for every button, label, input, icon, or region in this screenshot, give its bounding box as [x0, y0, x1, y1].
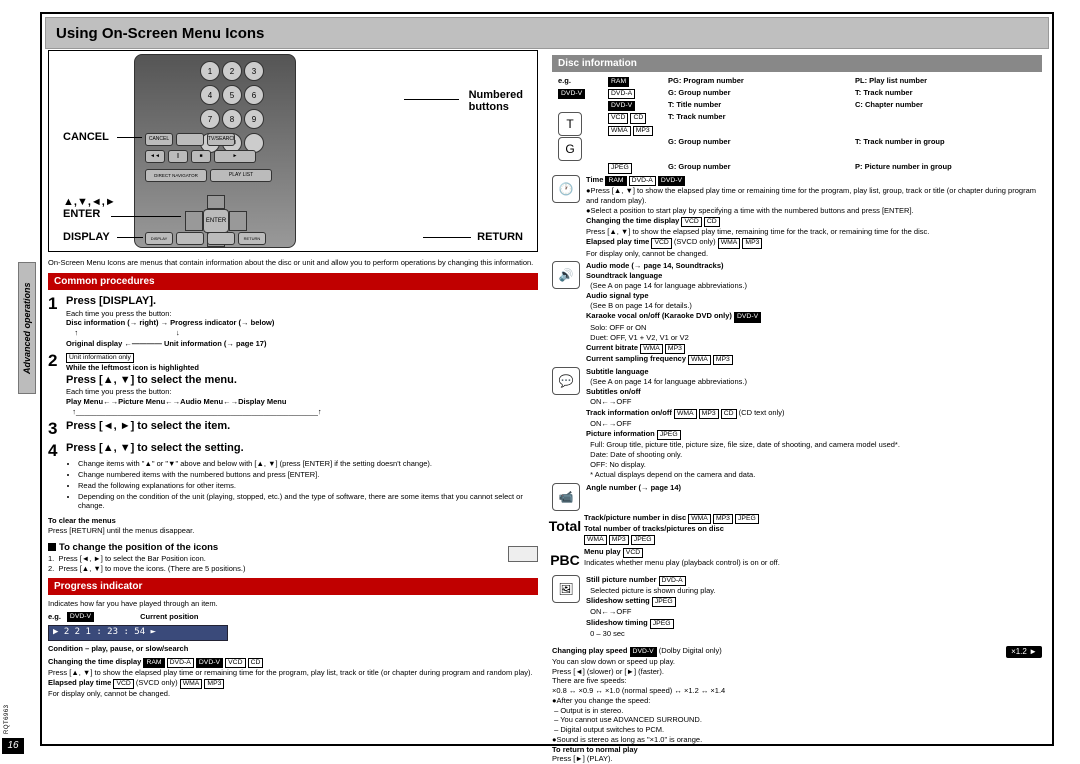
angle-block: Angle number (→ page 14) — [586, 483, 1042, 493]
total-block: Track/picture number in disc WMA MP3 JPE… — [584, 513, 1042, 545]
label-arrows-enter: ▲,▼,◄,► ENTER — [63, 196, 116, 220]
subtitle-icon: 💬 — [552, 367, 580, 395]
remote-diagram: 123 456 789 0≥10 CANCELTV/SEARCH ◄◄||■► … — [48, 50, 538, 252]
step-2-sub: Each time you press the button: — [66, 387, 538, 397]
step-3-head: Press [◄, ►] to select the item. — [66, 419, 538, 434]
label-cancel: CANCEL — [63, 131, 109, 143]
step-3-num: 3 — [48, 419, 66, 439]
page-number: 16 — [2, 738, 24, 754]
label-return: RETURN — [477, 231, 523, 243]
step-4-num: 4 — [48, 441, 66, 461]
step-2-head: Press [▲, ▼] to select the menu. — [66, 373, 538, 388]
enter-button-graphic: ENTER — [203, 209, 229, 233]
pbc-icon: PBC — [552, 547, 578, 573]
step-4-bullets: Change items with "▲" or "▼" above and b… — [78, 459, 538, 511]
clock-icon: 🕐 — [552, 175, 580, 203]
total-icon: Total — [552, 513, 578, 539]
audio-block: Audio mode (→ page 14, Soundtracks) Soun… — [586, 261, 1042, 365]
section-disc-info: Disc information — [552, 55, 1042, 72]
subtitle-block: Subtitle language (See A on page 14 for … — [586, 367, 1042, 480]
speed-block: Changing play speed DVD-V (Dolby Digital… — [552, 646, 1042, 764]
change-position: To change the position of the icons 1. P… — [48, 542, 500, 574]
intro-text: On-Screen Menu Icons are menus that cont… — [48, 258, 538, 268]
still-block: Still picture number DVD-A Selected pict… — [586, 575, 1042, 639]
speed-badge: ×1.2 ► — [1006, 646, 1042, 658]
time-block: Time RAM DVD-A DVD-V ●Press [▲, ▼] to sh… — [586, 175, 1042, 259]
bar-position-icon — [508, 546, 538, 562]
progress-block: Indicates how far you have played throug… — [48, 599, 538, 698]
disc-t-icon: T — [558, 112, 582, 136]
step-1-flow: Disc information (→ right) → Progress in… — [66, 318, 538, 348]
step-1-sub: Each time you press the button: — [66, 309, 538, 319]
clear-menus: To clear the menus Press [RETURN] until … — [48, 516, 538, 536]
disc-header-table: e.g.RAMPG: Program numberPL: Play list n… — [558, 76, 1042, 174]
step-2-num: 2 — [48, 351, 66, 371]
disc-g-icon: G — [558, 137, 582, 161]
still-icon: 🖼 — [552, 575, 580, 603]
step-4-head: Press [▲, ▼] to select the setting. — [66, 441, 538, 456]
page-title: Using On-Screen Menu Icons — [45, 17, 1049, 49]
doc-ref: RQT6963 — [4, 704, 10, 734]
step-2-flow: Play Menu←→Picture Menu←→Audio Menu←→Dis… — [66, 397, 538, 407]
section-common: Common procedures — [48, 273, 538, 290]
progress-bar-graphic: ▶ 2 2 1 : 23 : 54 ► — [48, 625, 228, 641]
step-2-box: Unit information only — [66, 353, 134, 363]
angle-icon: 📹 — [552, 483, 580, 511]
section-progress: Progress indicator — [48, 578, 538, 595]
speaker-icon: 🔊 — [552, 261, 580, 289]
pbc-block: Menu play VCD Indicates whether menu pla… — [584, 547, 1042, 568]
label-numbered: Numbered buttons — [469, 89, 523, 113]
step-2-bold: While the leftmost icon is highlighted — [66, 363, 538, 373]
label-display: DISPLAY — [63, 231, 110, 243]
step-1-num: 1 — [48, 294, 66, 314]
step-1-head: Press [DISPLAY]. — [66, 294, 538, 309]
sidebar-tab: Advanced operations — [18, 262, 36, 394]
